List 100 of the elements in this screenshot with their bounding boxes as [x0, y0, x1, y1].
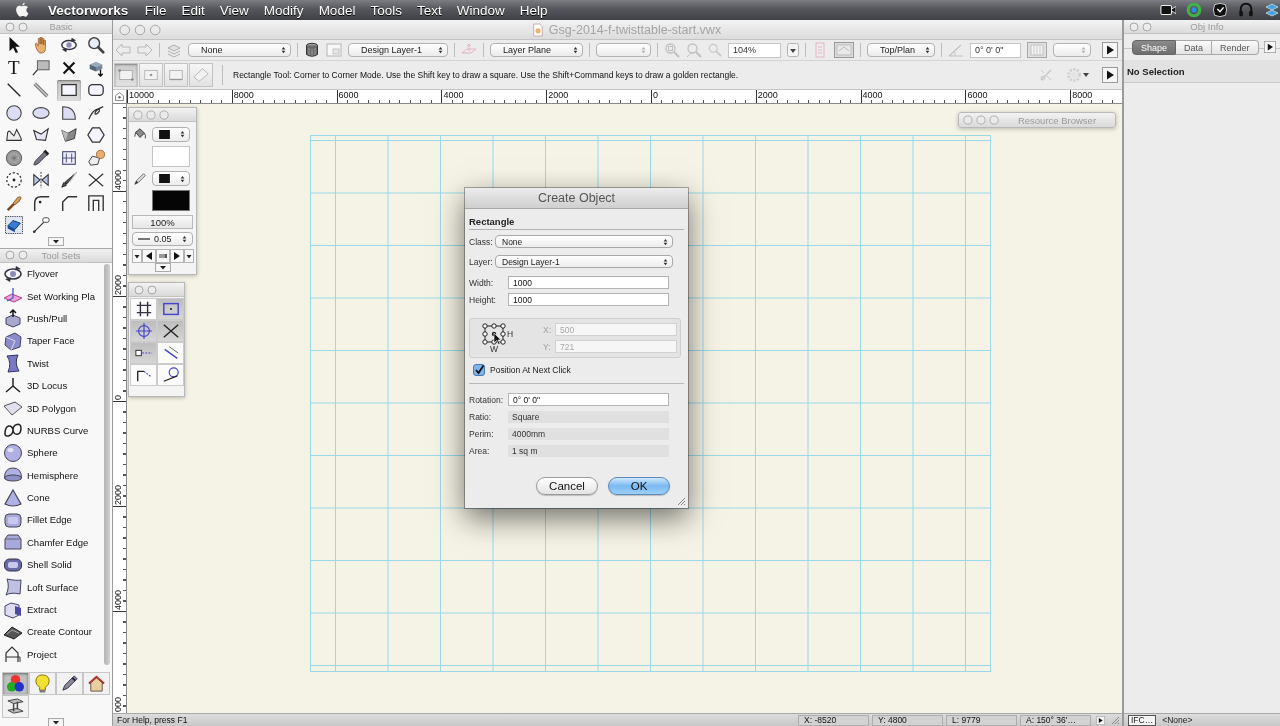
tool-list-item[interactable]: Sphere: [0, 441, 104, 464]
line-weight-dropdown[interactable]: 0.05: [132, 232, 193, 246]
tool-list-item[interactable]: NURBS Curve: [0, 419, 104, 442]
pen-swatch-icon[interactable]: [152, 190, 190, 212]
rotation-field[interactable]: 0° 0' 0": [970, 42, 1021, 58]
cylinder-icon[interactable]: [304, 42, 320, 58]
snap-button[interactable]: [157, 320, 184, 342]
stacked-diamonds-icon[interactable]: [1264, 2, 1280, 18]
tool-list-item[interactable]: Shell Solid: [0, 553, 104, 576]
dropdown-icon[interactable]: [787, 43, 799, 57]
tool-set-tab[interactable]: [56, 671, 83, 695]
tool-list-item[interactable]: Hemisphere: [0, 464, 104, 487]
opacity-field[interactable]: 100%: [132, 215, 193, 230]
snap-button[interactable]: [130, 298, 157, 320]
tool-list-item[interactable]: Project: [0, 643, 104, 666]
dropdown-icon[interactable]: [184, 249, 194, 263]
tool-set-tab[interactable]: [83, 671, 110, 695]
gear-icon[interactable]: [1066, 67, 1090, 83]
play-icon[interactable]: [1264, 41, 1276, 53]
checkmark-blob-icon[interactable]: [1212, 2, 1228, 18]
tool-list-item[interactable]: Extract: [0, 598, 104, 621]
menu-item[interactable]: Tools: [362, 2, 410, 18]
apple-icon[interactable]: [14, 2, 31, 18]
tool-list-item[interactable]: 3D Polygon: [0, 396, 104, 420]
tool-set-tab[interactable]: [29, 671, 56, 695]
fill-swatch-icon[interactable]: [152, 145, 190, 167]
fill-dropdown[interactable]: [152, 126, 190, 142]
plane-dropdown[interactable]: Layer Plane: [490, 43, 583, 57]
tool-list-item[interactable]: Set Working Pla: [0, 284, 104, 308]
resize-grip-icon[interactable]: [1110, 715, 1120, 725]
dashed-circle-icon: [4, 171, 23, 190]
headphones-icon[interactable]: [1238, 2, 1254, 18]
tab[interactable]: Render: [1212, 39, 1259, 55]
tab[interactable]: Shape: [1132, 39, 1177, 55]
tool-list-item[interactable]: Fillet Edge: [0, 508, 104, 532]
checkbox[interactable]: [473, 364, 485, 376]
pen-dropdown[interactable]: [152, 171, 190, 187]
ok-button[interactable]: OK: [608, 477, 670, 495]
right-arrowhead-icon[interactable]: [170, 249, 184, 263]
input-field[interactable]: 1000: [508, 293, 669, 306]
class-dropdown[interactable]: None: [188, 43, 291, 57]
tool-list-item[interactable]: Flyover: [0, 262, 104, 285]
tool-button[interactable]: [2, 215, 26, 236]
dropdown[interactable]: Design Layer-1: [495, 255, 673, 268]
scrollbar[interactable]: [104, 263, 110, 665]
menu-item[interactable]: File: [137, 2, 175, 18]
layer-dropdown[interactable]: Design Layer-1: [348, 43, 448, 57]
ring-icon[interactable]: [1186, 2, 1202, 18]
camera-icon[interactable]: [1160, 2, 1176, 18]
ifc-button[interactable]: IFC…: [1128, 714, 1157, 726]
input-field[interactable]: 1000: [508, 276, 669, 289]
input-field[interactable]: 0° 0' 0": [508, 393, 669, 406]
left-arrowhead-icon[interactable]: [142, 249, 156, 263]
menu-item[interactable]: Modify: [256, 2, 312, 18]
anchor-points-icon[interactable]: [482, 322, 506, 345]
tool-list-item[interactable]: Push/Pull: [0, 307, 104, 330]
cancel-button[interactable]: Cancel: [536, 477, 598, 495]
updown-icon: [180, 174, 185, 183]
mode-button[interactable]: [114, 63, 138, 87]
tab[interactable]: Data: [1176, 39, 1213, 55]
tool-set-tab[interactable]: [2, 694, 29, 718]
ruler-label: 8000: [232, 90, 254, 100]
play-icon[interactable]: [1102, 67, 1118, 83]
dropdown[interactable]: None: [495, 235, 673, 248]
view-dropdown[interactable]: Top/Plan: [867, 43, 935, 57]
tool-button[interactable]: T: [2, 57, 26, 78]
orbit-icon: [59, 36, 78, 55]
tool-list-item[interactable]: Chamfer Edge: [0, 531, 104, 554]
menu-item[interactable]: Text: [409, 2, 450, 18]
tool-list-item[interactable]: Loft Surface: [0, 575, 104, 599]
snap-button[interactable]: [130, 364, 157, 386]
menu-item[interactable]: Model: [311, 2, 363, 18]
play-icon[interactable]: [1102, 42, 1118, 58]
tool-list-item[interactable]: Taper Face: [0, 329, 104, 353]
menu-item[interactable]: View: [212, 2, 257, 18]
ruler-label: 4000: [113, 589, 123, 610]
resize-grip-icon[interactable]: [676, 496, 686, 506]
pattern-icon[interactable]: [156, 249, 170, 263]
tool-button[interactable]: [57, 80, 81, 101]
tool-list-item[interactable]: Twist: [0, 352, 104, 375]
snap-button[interactable]: [157, 364, 184, 386]
down-triangle-icon[interactable]: [48, 717, 64, 726]
snap-button[interactable]: [130, 342, 157, 364]
play-icon[interactable]: [1096, 715, 1105, 725]
menu-item[interactable]: Edit: [174, 2, 213, 18]
ruler-origin-icon[interactable]: [114, 91, 125, 102]
zoom-field[interactable]: 104%: [728, 42, 781, 58]
ruler-label: 0: [113, 395, 123, 400]
orbit-icon: [3, 263, 23, 284]
readout-field: Square: [508, 411, 669, 423]
tool-list-item[interactable]: Cone: [0, 486, 104, 509]
dropdown-icon[interactable]: [132, 249, 142, 263]
tool-list-item[interactable]: 3D Locus: [0, 374, 104, 397]
cone-icon: [3, 487, 23, 508]
tool-list-item[interactable]: Create Contour: [0, 620, 104, 644]
menu-item[interactable]: Window: [449, 2, 513, 18]
tool-set-tab[interactable]: [2, 671, 29, 695]
tool-button[interactable]: [84, 125, 108, 146]
menu-item[interactable]: Help: [512, 2, 555, 18]
app-menu[interactable]: Vectorworks: [48, 2, 129, 18]
